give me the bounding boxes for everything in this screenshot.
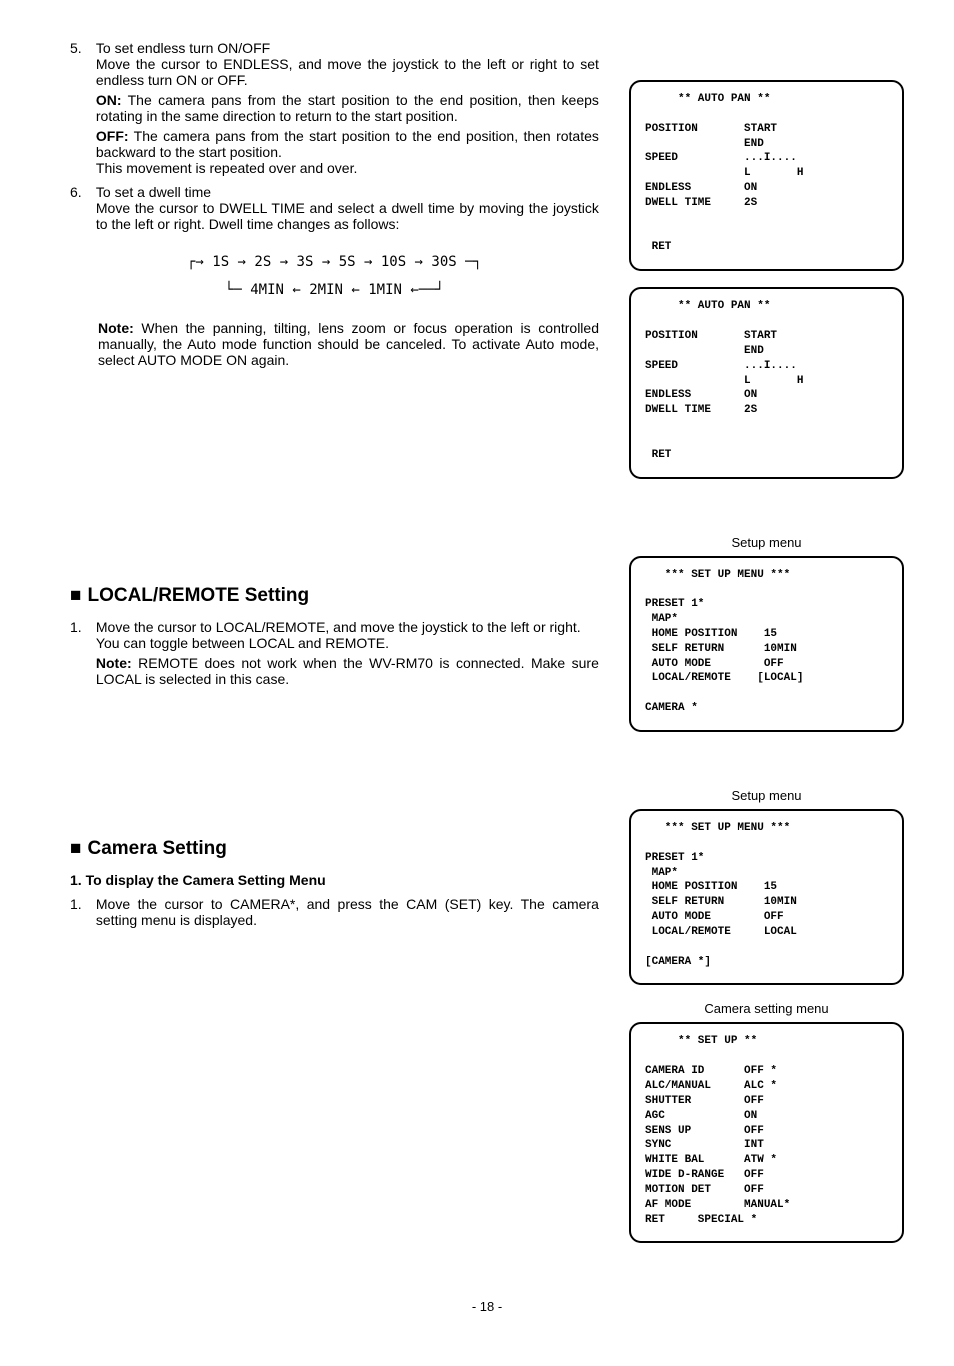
note-block: Note: When the panning, tilting, lens zo… (98, 320, 599, 368)
osd-setup-menu-2: *** SET UP MENU *** PRESET 1* MAP* HOME … (629, 809, 904, 985)
item-5: 5. To set endless turn ON/OFF Move the c… (70, 40, 599, 176)
note-label: Note: (98, 320, 134, 336)
note-text: REMOTE does not work when the WV-RM70 is… (96, 655, 599, 687)
item-6: 6. To set a dwell time Move the cursor t… (70, 184, 599, 232)
item-num: 5. (70, 40, 92, 56)
osd-camera-setting: ** SET UP ** CAMERA ID OFF * ALC/MANUAL … (629, 1022, 904, 1243)
subhead-display-camera-menu: 1. To display the Camera Setting Menu (70, 872, 599, 888)
local-p1: Move the cursor to LOCAL/REMOTE, and mov… (96, 619, 581, 635)
item-num: 6. (70, 184, 92, 200)
note-label: Note: (96, 655, 132, 671)
camera-p1: Move the cursor to CAMERA*, and press th… (96, 896, 599, 928)
item-num: 1. (70, 619, 92, 635)
page-number: - 18 - (70, 1299, 904, 1314)
osd-auto-pan-1: ** AUTO PAN ** POSITION START END SPEED … (629, 80, 904, 271)
chain-line1: ┌→ 1S → 2S → 3S → 5S → 10S → 30S ─┐ (70, 248, 599, 276)
off-line: OFF: The camera pans from the start posi… (96, 128, 599, 176)
item-text: Move the cursor to ENDLESS, and move the… (96, 56, 599, 88)
local-p2: You can toggle between LOCAL and REMOTE. (96, 635, 389, 651)
item-title: To set a dwell time (96, 184, 211, 200)
camera-item-1: 1. Move the cursor to CAMERA*, and press… (70, 896, 599, 928)
on-line: ON: The camera pans from the start posit… (96, 92, 599, 124)
osd-setup-menu-1: *** SET UP MENU *** PRESET 1* MAP* HOME … (629, 556, 904, 732)
item-text: Move the cursor to DWELL TIME and select… (96, 200, 599, 232)
item-title: To set endless turn ON/OFF (96, 40, 270, 56)
off-label: OFF: (96, 128, 129, 144)
chain-line2: └─ 4MIN ← 2MIN ← 1MIN ←──┘ (70, 276, 599, 304)
on-label: ON: (96, 92, 122, 108)
heading-camera-setting: Camera Setting (70, 838, 599, 860)
caption-setup-menu: Setup menu (629, 535, 904, 550)
item-num: 1. (70, 896, 92, 912)
local-item-1: 1. Move the cursor to LOCAL/REMOTE, and … (70, 619, 599, 687)
note-text: When the panning, tilting, lens zoom or … (98, 320, 599, 368)
osd-auto-pan-2: ** AUTO PAN ** POSITION START END SPEED … (629, 287, 904, 478)
caption-setup-menu-2: Setup menu (629, 788, 904, 803)
dwell-time-chain: ┌→ 1S → 2S → 3S → 5S → 10S → 30S ─┐ └─ 4… (70, 248, 599, 304)
local-note: Note: REMOTE does not work when the WV-R… (96, 655, 599, 687)
on-text: The camera pans from the start position … (96, 92, 599, 124)
off-text2: This movement is repeated over and over. (96, 160, 357, 176)
caption-camera-setting-menu: Camera setting menu (629, 1001, 904, 1016)
heading-local-remote: LOCAL/REMOTE Setting (70, 585, 599, 607)
off-text: The camera pans from the start position … (96, 128, 599, 160)
